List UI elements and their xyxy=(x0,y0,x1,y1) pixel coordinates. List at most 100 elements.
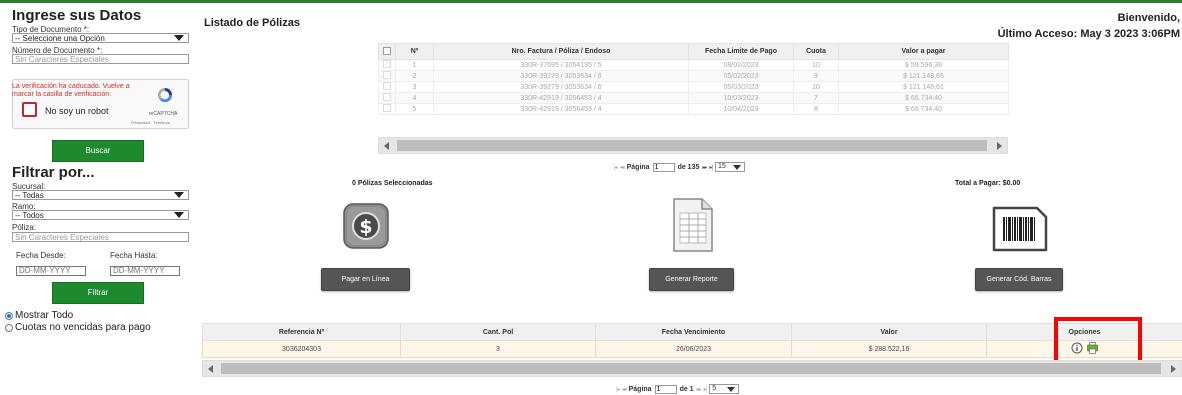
policy-label: Póliza: xyxy=(12,223,37,232)
table-cell: 330R-39279 / 3053634 / 6 xyxy=(433,81,689,93)
scroll-right-icon[interactable] xyxy=(997,142,1002,150)
search-button[interactable]: Buscar xyxy=(52,140,144,162)
column-header[interactable]: Fecha Vencimiento xyxy=(595,323,792,341)
dollar-icon[interactable]: $ xyxy=(343,203,389,249)
page-count-label: de 135 xyxy=(677,163,700,171)
row-checkbox[interactable] xyxy=(383,60,391,68)
page-title: Listado de Pólizas xyxy=(204,17,300,29)
date-to-group: Fecha Hasta: xyxy=(110,251,180,278)
table-cell: 9 xyxy=(793,70,839,82)
line-select[interactable]: -- Todos xyxy=(12,210,189,220)
recaptcha-brand: reCAPTCHA xyxy=(149,111,178,117)
row-checkbox[interactable] xyxy=(383,71,391,79)
table-row[interactable]: 1 330R-37695 / 3054195 / 5 08/02/2023 10… xyxy=(378,59,1009,71)
radio-button[interactable] xyxy=(5,323,13,332)
table-cell: 4 xyxy=(395,92,434,104)
table-cell: $ 121.148,65 xyxy=(838,70,1009,82)
table-cell: 2 xyxy=(395,70,434,82)
top-accent-bar xyxy=(0,0,1182,3)
column-header[interactable]: Referencia Nº xyxy=(202,323,401,341)
select-all-checkbox[interactable] xyxy=(383,46,391,55)
total-to-pay: Total a Pagar: $0.00 xyxy=(955,180,1021,187)
scroll-right-icon[interactable] xyxy=(1171,365,1176,373)
radio-button-selected[interactable] xyxy=(5,311,13,320)
generate-report-button[interactable]: Generar Reporte xyxy=(649,268,734,291)
policies-horizontal-scrollbar[interactable] xyxy=(378,137,1008,154)
table-cell: 8 xyxy=(793,103,839,115)
chevron-down-icon xyxy=(174,35,184,41)
policy-input[interactable] xyxy=(12,232,189,242)
row-checkbox[interactable] xyxy=(383,82,391,90)
page-label: Página xyxy=(628,385,652,393)
column-header[interactable]: Valor a pagar xyxy=(838,43,1009,60)
table-row[interactable]: 5 330R-42919 / 3056453 / 4 10/04/2023 8 … xyxy=(378,103,1009,115)
table-row[interactable]: 2 330R-39279 / 3053634 / 6 05/02/2023 9 … xyxy=(378,70,1009,82)
table-cell: 05/02/2023 xyxy=(688,70,794,82)
column-header[interactable]: Cant. Pol xyxy=(400,323,596,341)
prev-page-icon[interactable]: ◂◂ xyxy=(622,386,627,393)
filter-button[interactable]: Filtrar xyxy=(52,282,144,304)
column-header[interactable]: Nº xyxy=(395,43,434,60)
summary-horizontal-scrollbar[interactable] xyxy=(202,360,1182,377)
chevron-down-icon xyxy=(732,165,741,170)
page-size-select[interactable]: 15 xyxy=(714,162,745,172)
page-number-input[interactable] xyxy=(654,384,677,394)
column-header[interactable]: Fecha Limite de Pago xyxy=(688,43,794,60)
column-header[interactable]: Nro. Factura / Póliza / Endoso xyxy=(433,43,689,60)
date-to-input[interactable] xyxy=(110,265,180,276)
next-page-icon[interactable]: ▸▸ xyxy=(702,164,707,171)
prev-page-icon[interactable]: ◂◂ xyxy=(620,164,625,171)
column-header[interactable]: Valor xyxy=(791,323,987,341)
doc-number-input[interactable] xyxy=(12,54,189,64)
table-row[interactable]: 3036204303 3 26/06/2023 $ 288.522,16 xyxy=(202,340,1182,358)
table-cell: 08/02/2023 xyxy=(688,59,794,71)
date-from-input[interactable] xyxy=(16,265,86,276)
sidebar: Ingrese sus Datos Tipo de Documento *: -… xyxy=(5,6,190,342)
last-page-icon[interactable]: ▸| xyxy=(704,386,707,393)
recaptcha-checkbox[interactable] xyxy=(22,102,37,117)
summary-header-row: Referencia Nº Cant. Pol Fecha Vencimient… xyxy=(202,323,1182,341)
recaptcha-logo-icon xyxy=(157,87,173,103)
table-cell: $ 59.596,38 xyxy=(838,59,1009,71)
recaptcha-terms-link[interactable]: Privacidad - Términos xyxy=(131,120,170,125)
table-row[interactable]: 4 330R-42919 / 3056453 / 4 10/03/2023 7 … xyxy=(378,92,1009,104)
table-cell: $ 288.522,16 xyxy=(791,340,987,358)
row-checkbox[interactable] xyxy=(383,104,391,112)
page-number-input[interactable] xyxy=(652,162,675,172)
scrollbar-thumb[interactable] xyxy=(397,140,987,151)
table-cell: 3036204303 xyxy=(202,340,401,358)
summary-pager: |◂ ◂◂ Página de 1 ▸▸ ▸| 5 xyxy=(616,384,740,394)
last-page-icon[interactable]: ▸| xyxy=(709,164,712,171)
generate-barcode-button[interactable]: Generar Cód. Barras xyxy=(975,268,1063,291)
scroll-left-icon[interactable] xyxy=(208,365,213,373)
pay-online-button[interactable]: Pagar en Línea xyxy=(321,268,410,291)
doc-type-select[interactable]: -- Seleccione una Opción xyxy=(12,33,189,43)
recaptcha-label: No soy un robot xyxy=(45,106,109,116)
filter-title: Filtrar por... xyxy=(12,164,95,181)
date-from-label: Fecha Desde: xyxy=(16,251,66,260)
scroll-left-icon[interactable] xyxy=(384,142,389,150)
barcode-icon[interactable] xyxy=(991,205,1049,253)
first-page-icon[interactable]: |◂ xyxy=(614,164,617,171)
doc-type-value: -- Seleccione una Opción xyxy=(15,34,105,43)
page-size-select[interactable]: 5 xyxy=(709,384,740,394)
radio-not-due[interactable]: Cuotas no vencidas para pago xyxy=(5,322,151,333)
radio-not-due-label: Cuotas no vencidas para pago xyxy=(15,322,151,333)
radio-show-all[interactable]: Mostrar Todo xyxy=(5,310,73,321)
table-cell: 10 xyxy=(793,59,839,71)
scrollbar-thumb[interactable] xyxy=(221,363,1161,374)
row-checkbox[interactable] xyxy=(383,93,391,101)
table-cell: 5 xyxy=(395,103,434,115)
column-header[interactable]: Cuota xyxy=(793,43,839,60)
table-row[interactable]: 3 330R-39279 / 3053634 / 6 05/03/2023 10… xyxy=(378,81,1009,93)
next-page-icon[interactable]: ▸▸ xyxy=(697,386,702,393)
table-cell: 330R-42919 / 3056453 / 4 xyxy=(433,92,689,104)
last-access-text: Último Acceso: May 3 2023 3:06PM xyxy=(997,28,1180,40)
radio-show-all-label: Mostrar Todo xyxy=(15,310,74,321)
table-cell: $ 121.148,61 xyxy=(838,81,1009,93)
page-label: Página xyxy=(626,163,650,171)
report-document-icon[interactable] xyxy=(672,197,714,253)
branch-select[interactable]: -- Todas xyxy=(12,190,189,200)
table-cell: $ 66.734,40 xyxy=(838,103,1009,115)
first-page-icon[interactable]: |◂ xyxy=(616,386,619,393)
